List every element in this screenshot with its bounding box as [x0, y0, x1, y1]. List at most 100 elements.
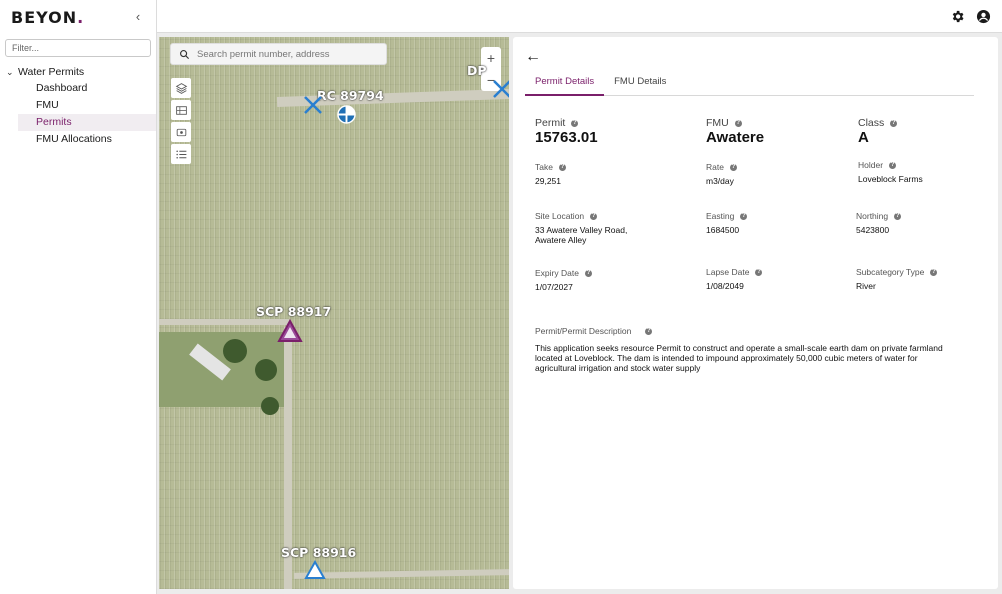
- field-subcategory-type: Subcategory Type? River: [856, 267, 938, 291]
- help-icon[interactable]: ?: [889, 161, 897, 169]
- basemap-button[interactable]: [171, 100, 191, 120]
- field-take: Take? 29,251: [535, 162, 566, 186]
- help-icon[interactable]: ?: [930, 268, 938, 276]
- field-rate: Rate? m3/day: [706, 162, 737, 186]
- field-label: Class: [858, 117, 885, 129]
- map-tree: [261, 397, 279, 415]
- collapse-sidebar-icon[interactable]: ‹: [131, 9, 145, 25]
- x-marker-icon[interactable]: [303, 95, 323, 115]
- field-label: Holder: [858, 160, 884, 170]
- field-value: A: [858, 129, 869, 146]
- search-icon: [180, 49, 190, 59]
- field-value: 1/07/2027: [535, 282, 573, 292]
- help-icon[interactable]: ?: [740, 212, 748, 220]
- field-value: 33 Awatere Valley Road, Awatere Alley: [535, 225, 627, 245]
- field-lapse-date: Lapse Date? 1/08/2049: [706, 267, 763, 291]
- field-label: Subcategory Type: [856, 267, 925, 277]
- help-icon[interactable]: ?: [894, 212, 902, 220]
- marker-label-scp-88917[interactable]: SCP 88917: [256, 304, 331, 319]
- field-holder: Holder? Loveblock Farms: [858, 160, 923, 184]
- field-label: Site Location: [535, 211, 585, 221]
- field-permit: Permit? 15763.01: [535, 117, 598, 146]
- measure-icon: [176, 128, 186, 136]
- field-value: 29,251: [535, 176, 561, 186]
- sidebar-item-fmu-allocations[interactable]: FMU Allocations: [18, 131, 156, 148]
- site-location-line-2: Awatere Alley: [535, 235, 587, 245]
- measure-button[interactable]: [171, 122, 191, 142]
- gear-icon[interactable]: [950, 9, 965, 24]
- field-label: Lapse Date: [706, 267, 750, 277]
- field-northing: Northing? 5423800: [856, 211, 902, 235]
- map-tree: [255, 359, 277, 381]
- triangle-marker-icon[interactable]: [277, 319, 303, 343]
- nav-group-water-permits[interactable]: ⌄ Water Permits: [0, 64, 156, 80]
- filter-input[interactable]: [5, 39, 151, 57]
- layers-icon: [175, 82, 187, 94]
- help-icon[interactable]: ?: [645, 327, 653, 335]
- field-value: 1/08/2049: [706, 281, 744, 291]
- field-value: This application seeks resource Permit t…: [535, 343, 943, 373]
- map-view[interactable]: + − RC 89794 DP SCP 88917 SCP 88916: [159, 37, 509, 589]
- brand-logo: BEYON.: [11, 8, 85, 27]
- field-expiry-date: Expiry Date? 1/07/2027: [535, 268, 592, 292]
- tab-permit-details[interactable]: Permit Details: [525, 74, 605, 96]
- map-road: [159, 319, 289, 325]
- map-toolbar: [171, 78, 191, 166]
- marker-label-rc-89794[interactable]: RC 89794: [317, 88, 384, 103]
- sidebar: BEYON. ‹ ⌄ Water Permits Dashboard FMU P…: [0, 0, 157, 594]
- sidebar-item-fmu[interactable]: FMU: [18, 97, 156, 114]
- field-label: Expiry Date: [535, 268, 579, 278]
- back-arrow-icon[interactable]: ←: [525, 48, 541, 66]
- account-icon[interactable]: [976, 9, 991, 24]
- field-label: FMU: [706, 117, 729, 129]
- tab-bar: Permit Details FMU Details: [525, 74, 974, 96]
- map-search-bar[interactable]: [170, 43, 387, 65]
- field-description: Permit/Permit Description? This applicat…: [535, 326, 960, 373]
- top-bar: [157, 0, 1002, 33]
- help-icon[interactable]: ?: [729, 163, 737, 171]
- sidebar-item-permits[interactable]: Permits: [18, 114, 156, 131]
- field-label: Northing: [856, 211, 889, 221]
- field-value: m3/day: [706, 176, 734, 186]
- field-value: 1684500: [706, 225, 740, 235]
- help-icon[interactable]: ?: [590, 212, 598, 220]
- field-value: 15763.01: [535, 129, 598, 146]
- field-label: Permit: [535, 117, 566, 129]
- field-value: Loveblock Farms: [858, 174, 923, 184]
- marker-label-dp[interactable]: DP: [467, 63, 487, 78]
- chevron-down-icon: ⌄: [6, 66, 14, 77]
- help-icon[interactable]: ?: [584, 269, 592, 277]
- field-label: Easting: [706, 211, 735, 221]
- site-location-line-1: 33 Awatere Valley Road,: [535, 225, 628, 235]
- tab-fmu-details[interactable]: FMU Details: [604, 74, 676, 96]
- field-value: River: [856, 281, 876, 291]
- help-icon[interactable]: ?: [571, 119, 579, 127]
- map-road: [293, 569, 509, 579]
- sidebar-item-dashboard[interactable]: Dashboard: [18, 80, 156, 97]
- help-icon[interactable]: ?: [890, 119, 898, 127]
- field-site-location: Site Location? 33 Awatere Valley Road, A…: [535, 211, 627, 245]
- search-input[interactable]: [197, 48, 377, 60]
- field-easting: Easting? 1684500: [706, 211, 748, 235]
- field-fmu: FMU? Awatere: [706, 117, 764, 146]
- triangle-marker-icon[interactable]: [304, 560, 326, 580]
- list-icon: [175, 149, 186, 159]
- map-tree: [223, 339, 247, 363]
- well-marker-icon[interactable]: [337, 105, 356, 124]
- field-class: Class? A: [858, 117, 898, 146]
- field-label: Take: [535, 162, 553, 172]
- help-icon[interactable]: ?: [734, 119, 742, 127]
- field-label: Permit/Permit Description: [535, 326, 632, 336]
- marker-label-scp-88916[interactable]: SCP 88916: [281, 545, 356, 560]
- field-value: Awatere: [706, 129, 765, 146]
- help-icon[interactable]: ?: [755, 268, 763, 276]
- nav-tree: ⌄ Water Permits Dashboard FMU Permits FM…: [0, 64, 156, 148]
- legend-button[interactable]: [171, 144, 191, 164]
- x-marker-icon[interactable]: [492, 79, 509, 99]
- field-label: Rate: [706, 162, 724, 172]
- permit-details-panel: ← Permit Details FMU Details Permit? 157…: [513, 37, 998, 589]
- basemap-icon: [175, 105, 187, 115]
- layers-button[interactable]: [171, 78, 191, 98]
- help-icon[interactable]: ?: [558, 163, 566, 171]
- nav-group-label: Water Permits: [18, 66, 85, 78]
